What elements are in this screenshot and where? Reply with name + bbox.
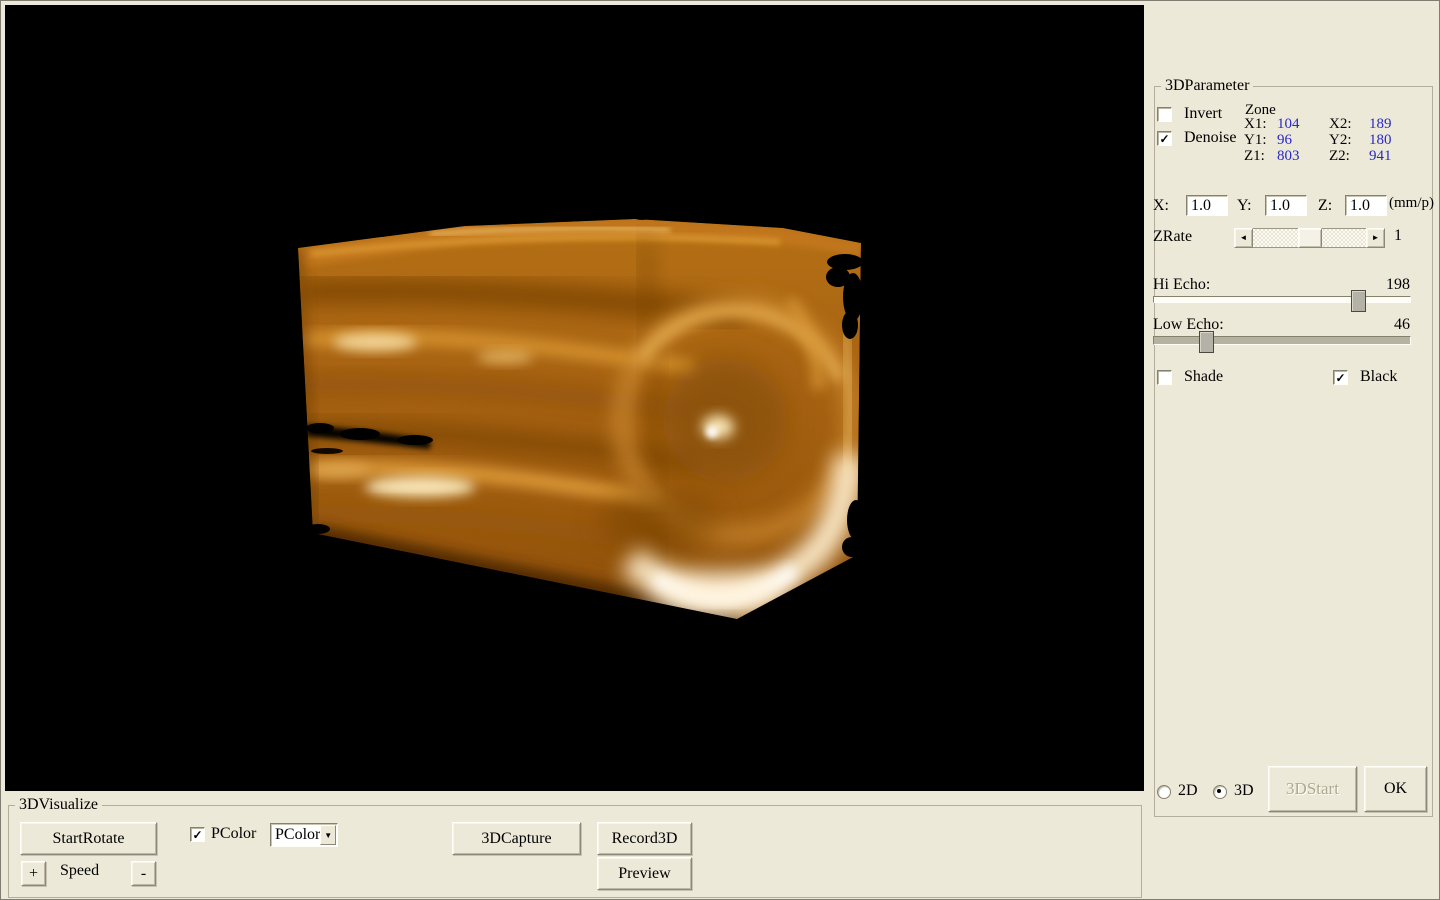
mode-2d-label: 2D — [1178, 782, 1198, 800]
arrow-right-icon: ► — [1372, 234, 1380, 242]
scale-y-input[interactable] — [1265, 195, 1307, 216]
denoise-checkbox[interactable]: ✓ — [1157, 131, 1172, 146]
speed-minus-button[interactable]: - — [131, 861, 156, 886]
black-checkbox[interactable]: ✓ — [1333, 370, 1348, 385]
zrate-scrollbar-thumb[interactable] — [1298, 228, 1322, 248]
pcolor-combobox[interactable]: PColor ▼ — [270, 823, 338, 847]
scale-y-label: Y: — [1237, 197, 1252, 215]
mode-3d-label: 3D — [1234, 782, 1254, 800]
zone-x1-label: X1: — [1244, 116, 1277, 132]
low-echo-slider-thumb[interactable] — [1199, 331, 1214, 353]
check-icon: ✓ — [1159, 133, 1169, 145]
ok-button[interactable]: OK — [1364, 766, 1427, 812]
check-icon: ✓ — [192, 829, 202, 841]
preview-button[interactable]: Preview — [597, 857, 692, 890]
zrate-scroll-left-button[interactable]: ◄ — [1234, 228, 1253, 248]
hi-echo-slider-thumb[interactable] — [1351, 290, 1366, 312]
invert-checkbox[interactable] — [1157, 107, 1172, 122]
invert-label: Invert — [1184, 105, 1222, 123]
speed-plus-button[interactable]: + — [21, 861, 46, 886]
visualize-group-title: 3DVisualize — [15, 796, 102, 814]
zone-x1-value: 104 — [1277, 116, 1329, 132]
zrate-label: ZRate — [1153, 228, 1192, 246]
check-icon: ✓ — [1335, 372, 1345, 384]
record-3d-button[interactable]: Record3D — [597, 822, 692, 855]
zone-z2-value: 941 — [1369, 148, 1414, 164]
chevron-down-icon: ▼ — [324, 831, 332, 840]
zone-y1-label: Y1: — [1244, 132, 1277, 148]
zone-y2-value: 180 — [1369, 132, 1414, 148]
hi-echo-label: Hi Echo: — [1153, 276, 1210, 294]
hi-echo-slider-track[interactable] — [1153, 296, 1411, 303]
scale-z-input[interactable] — [1345, 195, 1387, 216]
scale-unit-label: (mm/p) — [1389, 194, 1434, 212]
pcolor-combobox-dropdown-button[interactable]: ▼ — [320, 825, 336, 845]
zone-x2-label: X2: — [1329, 116, 1369, 132]
denoise-label: Denoise — [1184, 129, 1236, 147]
zone-z1-label: Z1: — [1244, 148, 1277, 164]
start-3d-button[interactable]: 3DStart — [1268, 766, 1357, 812]
zone-y1-value: 96 — [1277, 132, 1329, 148]
speed-label: Speed — [60, 862, 99, 880]
low-echo-slider-track[interactable] — [1153, 336, 1411, 345]
low-echo-value: 46 — [1386, 316, 1410, 334]
black-label: Black — [1360, 368, 1397, 386]
volume-render-svg — [5, 5, 1144, 791]
zone-table: X1: 104 X2: 189 Y1: 96 Y2: 180 Z1: 803 Z… — [1244, 116, 1414, 164]
zone-x2-value: 189 — [1369, 116, 1414, 132]
start-rotate-button[interactable]: StartRotate — [20, 822, 157, 855]
pcolor-label: PColor — [211, 825, 256, 843]
mode-2d-radio[interactable] — [1157, 785, 1171, 799]
zone-z2-label: Z2: — [1329, 148, 1369, 164]
pcolor-combobox-value: PColor — [271, 826, 320, 844]
capture-3d-button[interactable]: 3DCapture — [452, 822, 581, 855]
scale-z-label: Z: — [1318, 197, 1332, 215]
scale-x-input[interactable] — [1186, 195, 1228, 216]
zone-y2-label: Y2: — [1329, 132, 1369, 148]
zrate-value: 1 — [1394, 227, 1402, 245]
shade-label: Shade — [1184, 368, 1223, 386]
pcolor-checkbox[interactable]: ✓ — [190, 827, 205, 842]
hi-echo-value: 198 — [1386, 276, 1410, 294]
parameter-group-title: 3DParameter — [1161, 77, 1253, 95]
app-window: 3DParameter Invert ✓ Denoise Zone X1: 10… — [0, 0, 1440, 900]
render-viewport[interactable] — [5, 5, 1144, 791]
arrow-left-icon: ◄ — [1240, 234, 1248, 242]
mode-3d-radio[interactable] — [1213, 785, 1227, 799]
radio-dot-icon — [1217, 789, 1221, 793]
shade-checkbox[interactable] — [1157, 370, 1172, 385]
zrate-scroll-right-button[interactable]: ► — [1366, 228, 1385, 248]
scale-x-label: X: — [1153, 197, 1169, 215]
zone-z1-value: 803 — [1277, 148, 1329, 164]
